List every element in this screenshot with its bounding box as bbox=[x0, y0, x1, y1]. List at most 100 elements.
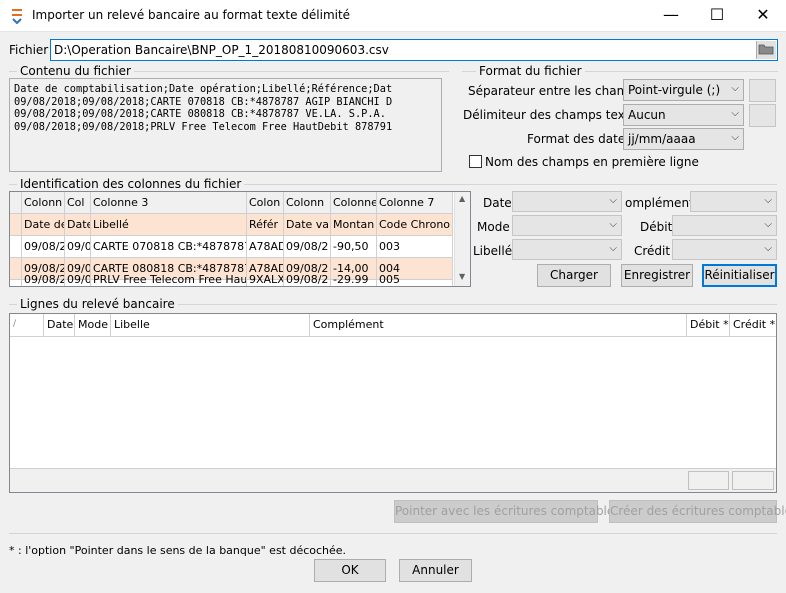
chevron-down-icon: ⌵ bbox=[609, 243, 617, 254]
grid-cell[interactable]: Date de bbox=[22, 214, 65, 236]
grid-cell[interactable]: Libellé bbox=[91, 214, 247, 236]
map-credit-select[interactable]: ⌵ bbox=[672, 239, 777, 260]
map-mode-label: Mode bbox=[477, 220, 510, 234]
statement-header[interactable]: Date bbox=[44, 314, 75, 336]
separator-custom-field[interactable] bbox=[749, 79, 776, 102]
debit-total-field bbox=[688, 471, 729, 490]
file-path-value: D:\Operation Bancaire\BNP_OP_1_201808100… bbox=[54, 43, 389, 57]
chevron-down-icon: ⌵ bbox=[764, 243, 772, 254]
chevron-down-icon: ⌵ bbox=[764, 195, 772, 206]
grid-cell[interactable]: Code Chrono bbox=[377, 214, 453, 236]
statement-header[interactable]: Crédit * bbox=[730, 314, 776, 336]
map-date-select[interactable]: ⌵ bbox=[512, 191, 622, 212]
row-indicator bbox=[10, 214, 22, 236]
column-header[interactable]: Colonn bbox=[284, 192, 331, 214]
grid-cell[interactable]: CARTE 070818 CB:*4878787 A bbox=[91, 236, 247, 258]
grid-cell[interactable]: 09/08/2 bbox=[284, 273, 331, 286]
chevron-down-icon: ⌵ bbox=[731, 83, 739, 94]
grid-cell[interactable]: 09/08/2 bbox=[22, 236, 65, 258]
file-label: Fichier bbox=[9, 43, 49, 57]
delimiter-label: Délimiteur des champs textes bbox=[463, 108, 644, 122]
minimize-button[interactable]: — bbox=[648, 0, 694, 32]
save-mapping-button[interactable]: Enregistrer bbox=[621, 264, 693, 287]
header-row-checkbox[interactable] bbox=[469, 155, 482, 168]
browse-button[interactable] bbox=[756, 41, 776, 59]
map-debit-select[interactable]: ⌵ bbox=[672, 215, 777, 236]
column-header[interactable]: Colonne 7 bbox=[377, 192, 453, 214]
chevron-down-icon: ⌵ bbox=[764, 219, 772, 230]
grid-cell[interactable]: -90,50 bbox=[331, 236, 377, 258]
map-date-label: Date bbox=[483, 196, 512, 210]
statement-header-icon[interactable]: ∕ bbox=[10, 314, 44, 336]
delimiter-select[interactable]: Aucun ⌵ bbox=[623, 104, 744, 126]
point-entries-button[interactable]: Pointer avec les écritures comptables bbox=[394, 500, 621, 523]
map-mode-select[interactable]: ⌵ bbox=[512, 215, 622, 236]
map-debit-label: Débit bbox=[640, 220, 673, 234]
header-row-label: Nom des champs en première ligne bbox=[485, 155, 699, 169]
column-header[interactable]: Colonne bbox=[331, 192, 377, 214]
chevron-down-icon: ⌵ bbox=[731, 132, 739, 143]
statement-totals-bar bbox=[10, 468, 776, 492]
load-button[interactable]: Charger bbox=[537, 264, 611, 287]
map-complement-select[interactable]: ⌵ bbox=[690, 191, 777, 212]
column-header[interactable]: Col bbox=[65, 192, 91, 214]
folder-icon bbox=[758, 44, 774, 55]
ok-button[interactable]: OK bbox=[314, 559, 386, 582]
window-title: Importer un relevé bancaire au format te… bbox=[32, 8, 351, 22]
grid-cell[interactable]: 09/0 bbox=[65, 236, 91, 258]
file-path-input[interactable]: D:\Operation Bancaire\BNP_OP_1_201808100… bbox=[50, 39, 778, 61]
grid-cell[interactable]: A78AD bbox=[247, 236, 284, 258]
column-header[interactable]: Colonne 3 bbox=[91, 192, 247, 214]
statement-header[interactable]: Complément bbox=[310, 314, 687, 336]
scroll-up-icon[interactable]: ▲ bbox=[459, 194, 465, 203]
statement-header[interactable]: Débit * bbox=[687, 314, 730, 336]
separator-label: Séparateur entre les champs bbox=[468, 84, 643, 98]
scroll-down-icon[interactable]: ▼ bbox=[459, 272, 465, 281]
grid-scrollbar[interactable]: ▲ ▼ bbox=[454, 192, 470, 286]
grid-cell[interactable]: Référ bbox=[247, 214, 284, 236]
column-header[interactable]: Colonn bbox=[22, 192, 65, 214]
grid-cell[interactable]: 005 bbox=[377, 273, 453, 286]
delimiter-value: Aucun bbox=[628, 108, 666, 122]
reset-button[interactable]: Réinitialiser bbox=[702, 264, 777, 287]
statement-grid[interactable]: ∕ Date Mode Libelle Complément Débit * C… bbox=[9, 313, 777, 493]
grid-cell[interactable]: 9XALX bbox=[247, 273, 284, 286]
grid-cell[interactable]: Date val bbox=[284, 214, 331, 236]
chevron-down-icon: ⌵ bbox=[609, 195, 617, 206]
columns-grid[interactable]: Colonn Col Colonne 3 Colon Colonn Colonn… bbox=[9, 191, 471, 287]
grid-cell[interactable]: 09/08/2 bbox=[22, 273, 65, 286]
maximize-button[interactable]: ☐ bbox=[694, 0, 740, 32]
delimiter-custom-field[interactable] bbox=[749, 104, 776, 127]
grid-cell[interactable]: 003 bbox=[377, 236, 453, 258]
chevron-down-icon: ⌵ bbox=[609, 219, 617, 230]
columns-group-title: Identification des colonnes du fichier bbox=[17, 177, 245, 191]
statement-header[interactable]: Mode bbox=[75, 314, 111, 336]
cancel-button[interactable]: Annuler bbox=[399, 559, 472, 582]
minimize-icon: — bbox=[663, 5, 679, 24]
map-libelle-select[interactable]: ⌵ bbox=[512, 239, 622, 260]
chevron-down-icon: ⌵ bbox=[731, 108, 739, 119]
format-group-title: Format du fichier bbox=[476, 64, 585, 78]
footnote: * : l'option "Pointer dans le sens de la… bbox=[9, 544, 347, 557]
credit-total-field bbox=[732, 471, 774, 490]
column-header[interactable]: Colon bbox=[247, 192, 284, 214]
grid-cell[interactable]: 09/08/2 bbox=[284, 236, 331, 258]
date-format-select[interactable]: jj/mm/aaaa ⌵ bbox=[623, 128, 744, 150]
file-content-line: 09/08/2018;09/08/2018;CARTE 070818 CB:*4… bbox=[14, 95, 393, 108]
grid-cell[interactable]: PRLV Free Telecom Free Hau bbox=[91, 273, 247, 286]
file-content-line: Date de comptabilisation;Date opération;… bbox=[14, 83, 393, 95]
file-content-line: 09/08/2018;09/08/2018;CARTE 080818 CB:*4… bbox=[14, 108, 386, 120]
grid-cell[interactable]: Date bbox=[65, 214, 91, 236]
grid-cell[interactable]: -29.99 bbox=[331, 273, 377, 286]
close-button[interactable]: ✕ bbox=[740, 0, 786, 32]
create-entries-button[interactable]: Créer des écritures comptables bbox=[609, 500, 786, 523]
map-libelle-label: Libellé bbox=[473, 244, 513, 258]
grid-corner bbox=[10, 192, 22, 214]
statement-group-title: Lignes du relevé bancaire bbox=[17, 297, 178, 311]
file-content-box[interactable]: Date de comptabilisation;Date opération;… bbox=[9, 78, 442, 172]
grid-cell[interactable]: Montan bbox=[331, 214, 377, 236]
date-format-value: jj/mm/aaaa bbox=[628, 132, 696, 146]
statement-header[interactable]: Libelle bbox=[111, 314, 310, 336]
grid-cell[interactable]: 09/0 bbox=[65, 273, 91, 286]
separator-select[interactable]: Point-virgule (;) ⌵ bbox=[623, 79, 744, 101]
